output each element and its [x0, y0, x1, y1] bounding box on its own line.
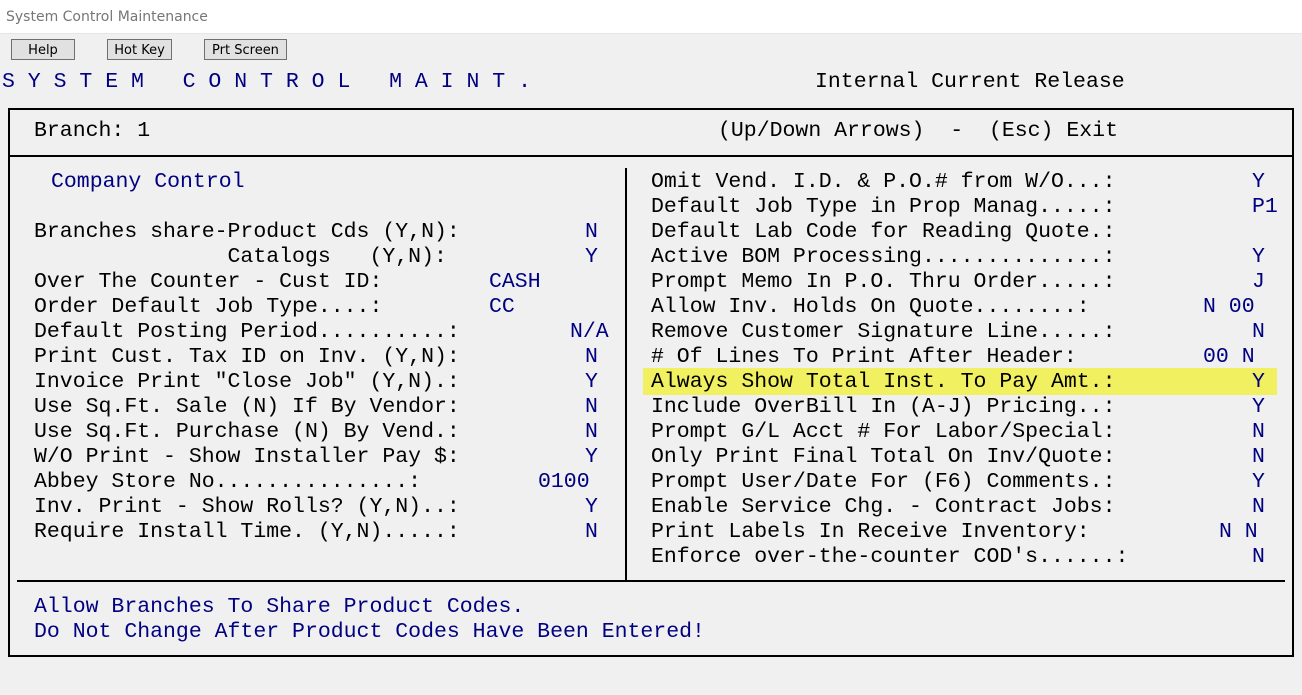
- frame-top: [8, 108, 1294, 110]
- right-row-value[interactable]: N 00: [1203, 295, 1255, 320]
- left-row-value[interactable]: N/A: [570, 320, 609, 345]
- right-row-label: Prompt G/L Acct # For Labor/Special:: [651, 420, 1116, 444]
- left-row-value[interactable]: Y: [585, 495, 598, 520]
- left-row-label: Branches share-Product Cds (Y,N):: [34, 220, 460, 244]
- left-row-label: Use Sq.Ft. Sale (N) If By Vendor:: [34, 395, 460, 419]
- right-row-label: Default Job Type in Prop Manag.....:: [651, 195, 1116, 219]
- left-row-value[interactable]: N: [585, 395, 598, 420]
- nav-hint: (Up/Down Arrows) - (Esc) Exit: [718, 119, 1118, 143]
- window-title: System Control Maintenance: [6, 9, 208, 25]
- left-row-value[interactable]: Y: [585, 445, 598, 470]
- section-title: Company Control: [51, 170, 245, 194]
- right-row-value[interactable]: Y: [1252, 370, 1265, 395]
- right-row-label: Only Print Final Total On Inv/Quote:: [651, 445, 1116, 469]
- right-row-label: # Of Lines To Print After Header:: [651, 345, 1077, 369]
- hotkey-button[interactable]: Hot Key: [107, 39, 172, 60]
- frame-left: [8, 108, 10, 657]
- left-row-value[interactable]: N: [585, 345, 598, 370]
- right-row-label: Active BOM Processing..............:: [651, 245, 1116, 269]
- right-row-value[interactable]: N: [1252, 320, 1265, 345]
- right-row-label: Always Show Total Inst. To Pay Amt.:: [651, 370, 1116, 394]
- help-text-line-1: Allow Branches To Share Product Codes.: [34, 595, 525, 619]
- right-row-label: Omit Vend. I.D. & P.O.# from W/O...:: [651, 170, 1116, 194]
- right-row-value[interactable]: N N: [1219, 520, 1258, 545]
- left-row-label: Require Install Time. (Y,N).....:: [34, 520, 460, 544]
- left-row-value[interactable]: Y: [585, 245, 598, 270]
- help-button[interactable]: Help: [11, 39, 75, 60]
- right-row-label: Include OverBill In (A-J) Pricing..:: [651, 395, 1116, 419]
- right-row-value[interactable]: N: [1252, 495, 1265, 520]
- print-screen-button[interactable]: Prt Screen: [204, 39, 287, 60]
- right-row-value[interactable]: N: [1252, 545, 1265, 570]
- left-row-label: Catalogs (Y,N):: [34, 245, 447, 269]
- right-row-label: Prompt User/Date For (F6) Comments.:: [651, 470, 1116, 494]
- left-row-label: Abbey Store No...............:: [34, 470, 422, 494]
- right-row-label: Print Labels In Receive Inventory:: [651, 520, 1090, 544]
- right-row-label: Enforce over-the-counter COD's......:: [651, 545, 1129, 569]
- help-text-line-2: Do Not Change After Product Codes Have B…: [34, 620, 705, 644]
- right-row-label: Prompt Memo In P.O. Thru Order.....:: [651, 270, 1116, 294]
- right-row-value[interactable]: Y: [1252, 395, 1265, 420]
- column-divider: [625, 168, 627, 581]
- left-row-value[interactable]: CASH: [489, 270, 541, 295]
- screen-title: S Y S T E M C O N T R O L M A I N T .: [2, 70, 531, 94]
- left-row-label: Invoice Print "Close Job" (Y,N).:: [34, 370, 460, 394]
- left-row-label: W/O Print - Show Installer Pay $:: [34, 445, 460, 469]
- right-row-label: Remove Customer Signature Line.....:: [651, 320, 1116, 344]
- right-row-value[interactable]: J: [1252, 270, 1265, 295]
- terminal-screen: S Y S T E M C O N T R O L M A I N T . In…: [0, 68, 1302, 695]
- left-row-value[interactable]: CC: [489, 295, 515, 320]
- left-row-label: Default Posting Period..........:: [34, 320, 460, 344]
- right-row-value[interactable]: Y: [1252, 245, 1265, 270]
- right-row-label: Enable Service Chg. - Contract Jobs:: [651, 495, 1116, 519]
- help-divider: [17, 580, 1285, 582]
- right-row-value[interactable]: 00 N: [1203, 345, 1255, 370]
- left-row-label: Inv. Print - Show Rolls? (Y,N)..:: [34, 495, 460, 519]
- left-row-label: Over The Counter - Cust ID:: [34, 270, 383, 294]
- frame-bottom: [8, 655, 1294, 657]
- right-row-value[interactable]: Y: [1252, 470, 1265, 495]
- right-row-label: Default Lab Code for Reading Quote.:: [651, 220, 1116, 244]
- right-row-value[interactable]: Y: [1252, 170, 1265, 195]
- right-row-value[interactable]: N: [1252, 420, 1265, 445]
- left-row-label: Order Default Job Type....:: [34, 295, 383, 319]
- left-row-value[interactable]: 0100: [538, 470, 590, 495]
- right-row-label: Allow Inv. Holds On Quote........:: [651, 295, 1090, 319]
- left-row-value[interactable]: N: [585, 520, 598, 545]
- left-row-value[interactable]: N: [585, 420, 598, 445]
- right-row-value[interactable]: N: [1252, 445, 1265, 470]
- branch-label: Branch: 1: [34, 119, 151, 143]
- toolbar: Help Hot Key Prt Screen: [0, 34, 1302, 68]
- left-row-label: Use Sq.Ft. Purchase (N) By Vend.:: [34, 420, 460, 444]
- window-titlebar: System Control Maintenance: [0, 0, 1302, 34]
- top-divider: [8, 155, 1294, 157]
- left-row-value[interactable]: Y: [585, 370, 598, 395]
- right-row-value[interactable]: P1: [1252, 195, 1278, 220]
- release-label: Internal Current Release: [815, 70, 1125, 94]
- left-row-value[interactable]: N: [585, 220, 598, 245]
- left-row-label: Print Cust. Tax ID on Inv. (Y,N):: [34, 345, 460, 369]
- frame-right: [1292, 108, 1294, 657]
